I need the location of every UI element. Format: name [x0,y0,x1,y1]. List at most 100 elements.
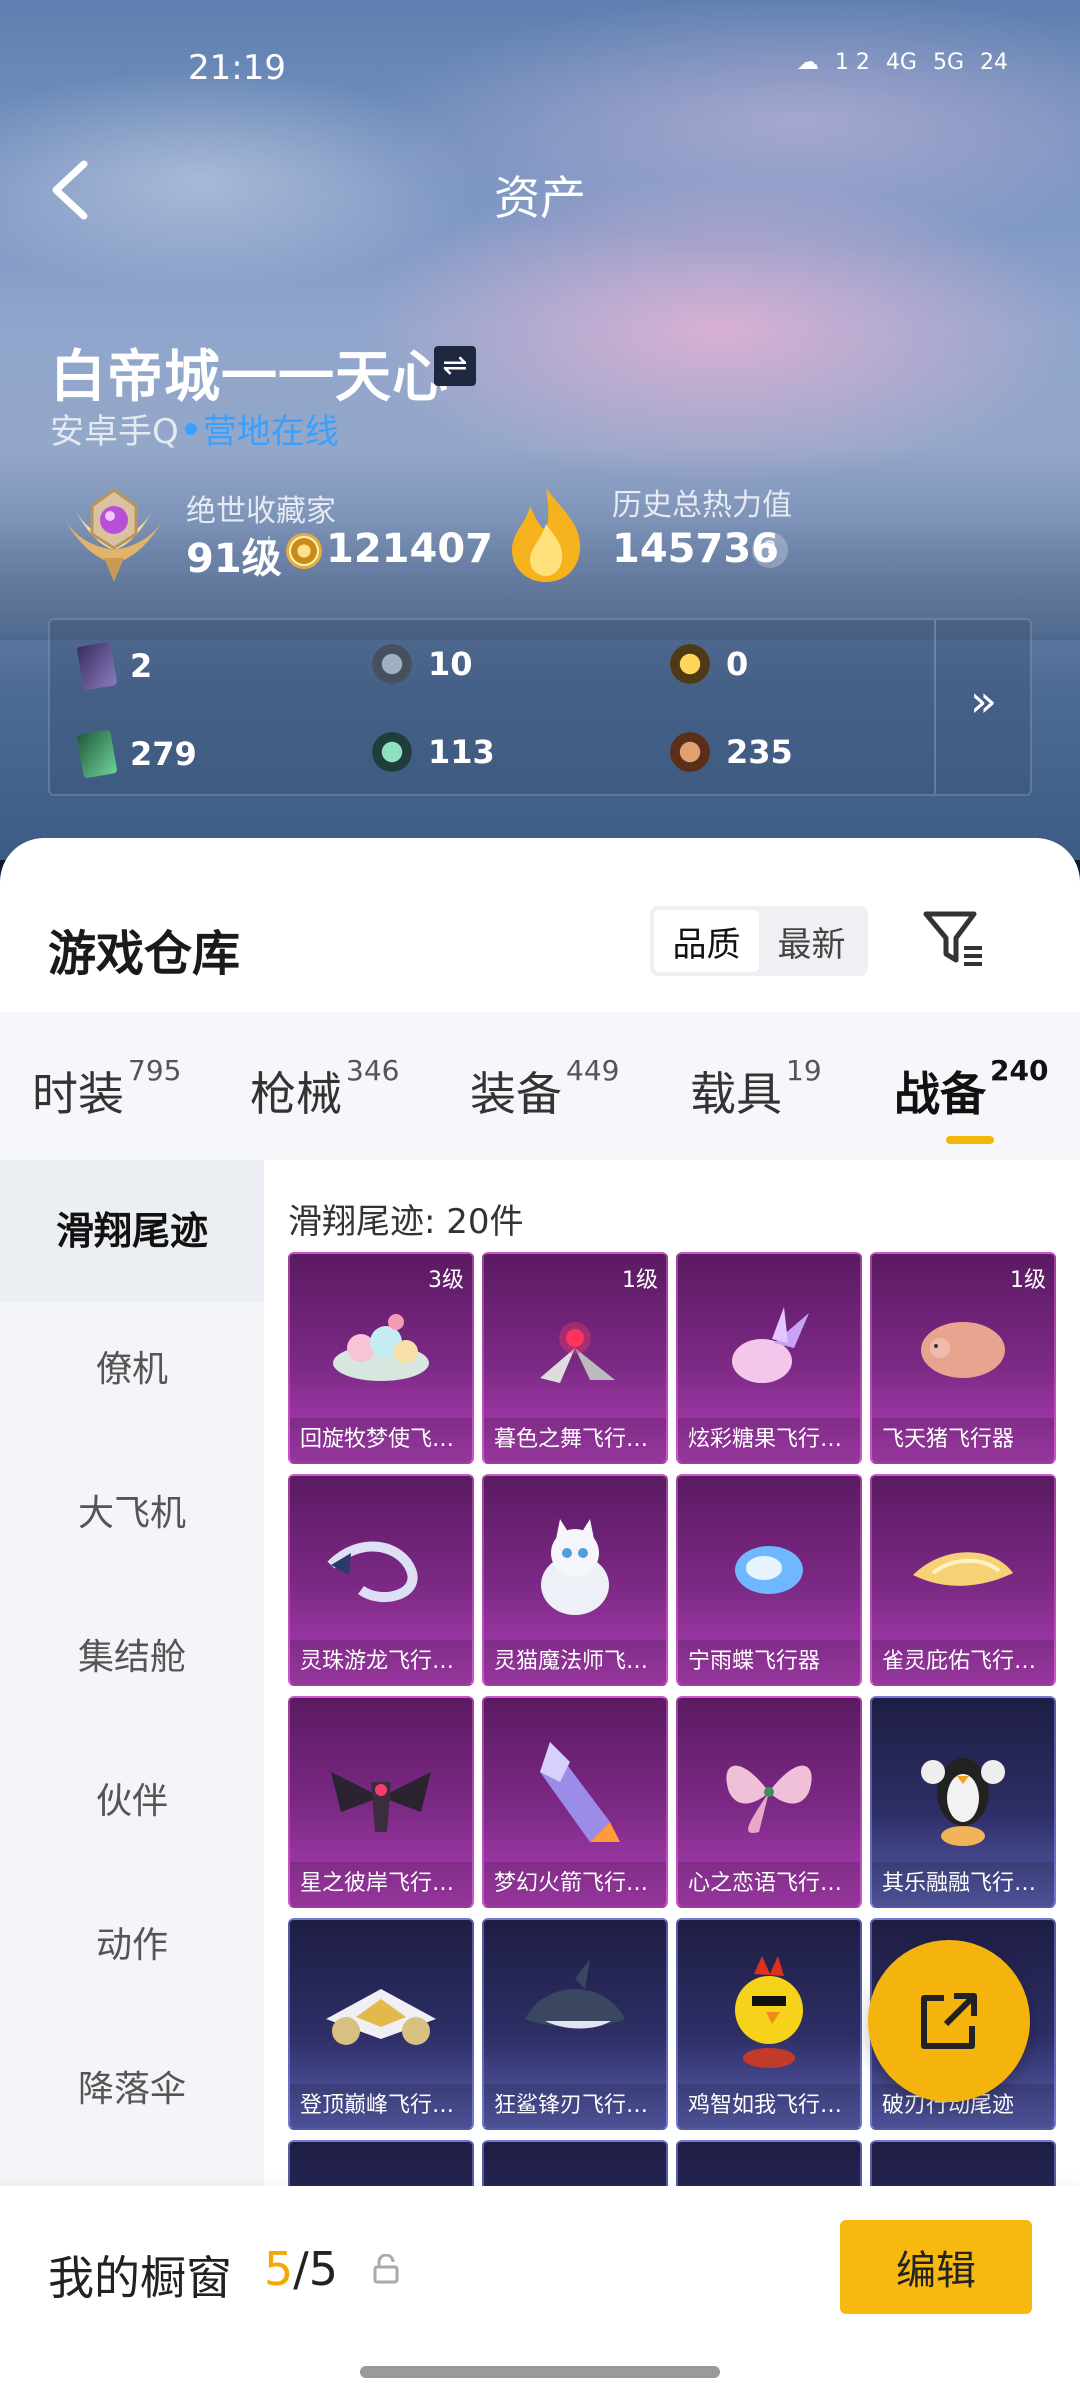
item-level-badge: 1级 [622,1268,658,1293]
item-name: 雀灵庇佑飞行… [872,1640,1054,1684]
item-image [316,1969,446,2063]
item-tile[interactable]: 灵珠游龙飞行… [288,1474,474,1686]
sim-indicator: 1 2 [834,50,870,75]
platform-line: 安卓手Q 营地在线 [50,404,339,453]
sidebar-item-emote[interactable]: 动作 [0,1916,264,1968]
item-image [515,1958,635,2073]
assets-panel[interactable]: 2 10 0 279 113 235 » [48,618,1032,796]
sidebar-item-companion[interactable]: 伙伴 [0,1772,264,1824]
asset-item: 2 [76,641,153,691]
asset-item: 235 [670,732,793,772]
category-tabs: 时装 795 枪械 346 装备 449 载具 19 战备 240 [0,1012,1080,1160]
asset-value: 279 [130,735,197,773]
silver-coin-icon [372,644,412,684]
network-4g-icon: 4G [885,50,917,75]
item-tile[interactable]: 宁雨蝶飞行器 [676,1474,862,1686]
item-image [714,1303,824,1397]
item-image [520,1515,630,1629]
item-image [908,1308,1018,1392]
item-level-badge: 3级 [428,1268,464,1293]
tab-equipment[interactable]: 装备 449 [470,1054,619,1124]
showcase-bar: 我的橱窗 5/5 编辑 [0,2186,1080,2400]
edit-button[interactable]: 编辑 [840,2220,1032,2314]
item-tile[interactable]: 心之恋语飞行… [676,1696,862,1908]
sidebar-item-wingman[interactable]: 僚机 [0,1340,264,1392]
tab-guns[interactable]: 枪械 346 [250,1054,399,1124]
item-image [520,1732,630,1856]
heat-title: 历史总热力值 [612,488,792,523]
filter-icon[interactable] [920,908,986,970]
bronze-orb-icon [670,732,710,772]
divider [268,536,270,568]
asset-item: 279 [76,729,197,779]
item-image [326,1308,436,1392]
item-image [714,1954,824,2078]
panel-divider [934,620,936,794]
online-status: 营地在线 [202,412,339,452]
help-icon[interactable]: ? [752,532,788,568]
item-tile[interactable]: 雀灵庇佑飞行… [870,1474,1056,1686]
double-chevron-right-icon[interactable]: » [970,676,997,727]
item-name: 星之彼岸飞行… [290,1862,472,1906]
asset-item: 0 [670,644,748,684]
item-name: 梦幻火箭飞行… [484,1862,666,1906]
item-image [520,1308,630,1392]
switch-account-icon[interactable]: ⇌ [434,346,476,386]
item-name: 暮色之舞飞行… [484,1418,666,1462]
item-name: 灵猫魔法师飞… [484,1640,666,1684]
item-tile[interactable]: 其乐融融飞行… [870,1696,1056,1908]
sort-toggle: 品质 最新 [650,906,868,976]
item-name: 狂鲨锋刃飞行… [484,2084,666,2128]
item-tile[interactable]: 登顶巅峰飞行… [288,1918,474,2130]
item-tile[interactable]: 狂鲨锋刃飞行… [482,1918,668,2130]
item-tile[interactable]: 炫彩糖果飞行… [676,1252,862,1464]
asset-value: 2 [130,647,153,685]
tab-vehicles[interactable]: 载具 19 [690,1054,822,1124]
sort-quality-button[interactable]: 品质 [654,910,759,972]
item-tile[interactable]: 星之彼岸飞行… [288,1696,474,1908]
cloud-icon: ☁ [796,50,819,75]
item-name: 宁雨蝶飞行器 [678,1640,860,1684]
item-image [714,1530,824,1614]
showcase-label: 我的橱窗 [48,2251,232,2305]
username: 白帝城一一天心 [50,345,449,410]
gold-coin-icon [670,644,710,684]
item-tile[interactable]: 鸡智如我飞行… [676,1918,862,2130]
sidebar-item-assembly-pod[interactable]: 集结舱 [0,1628,264,1680]
item-image [913,1732,1013,1856]
item-tile[interactable]: 3级回旋牧梦使飞… [288,1252,474,1464]
item-tile[interactable]: 1级暮色之舞飞行… [482,1252,668,1464]
item-name: 其乐融融飞行… [872,1862,1054,1906]
asset-value: 113 [428,733,495,771]
teal-orb-icon [372,732,412,772]
tab-fashion[interactable]: 时装 795 [32,1054,181,1124]
item-image [321,1742,441,1846]
item-name: 登顶巅峰飞行… [290,2084,472,2128]
sidebar-item-parachute[interactable]: 降落伞 [0,2060,264,2112]
asset-value: 235 [726,733,793,771]
status-icons: ☁ 1 2 4G 5G 24 [797,50,1008,75]
status-time: 21:19 [188,48,286,88]
showcase-count: 5/5 [264,2242,339,2296]
item-count-label: 滑翔尾迹: 20件 [288,1202,524,1242]
tab-combat-gear[interactable]: 战备 240 [894,1054,1048,1124]
item-tile[interactable]: 灵猫魔法师飞… [482,1474,668,1686]
network-5g-icon: 5G [932,50,964,75]
green-card-icon [76,729,118,779]
asset-value: 10 [428,645,473,683]
asset-item: 113 [372,732,495,772]
item-image [709,1742,829,1846]
item-name: 回旋牧梦使飞… [290,1418,472,1462]
sort-newest-button[interactable]: 最新 [759,910,864,972]
item-tile[interactable]: 1级 飞天猪飞行器 [870,1252,1056,1464]
share-button[interactable] [868,1940,1030,2102]
item-name: 心之恋语飞行… [678,1862,860,1906]
coin-value: 121407 [326,526,493,572]
home-indicator[interactable] [360,2366,720,2378]
item-image [903,1535,1023,1609]
sidebar-item-big-plane[interactable]: 大飞机 [0,1484,264,1536]
item-tile[interactable]: 梦幻火箭飞行… [482,1696,668,1908]
item-name: 灵珠游龙飞行… [290,1640,472,1684]
coin-icon [286,533,322,569]
sidebar-item-glide-trail[interactable]: 滑翔尾迹 [0,1160,264,1302]
